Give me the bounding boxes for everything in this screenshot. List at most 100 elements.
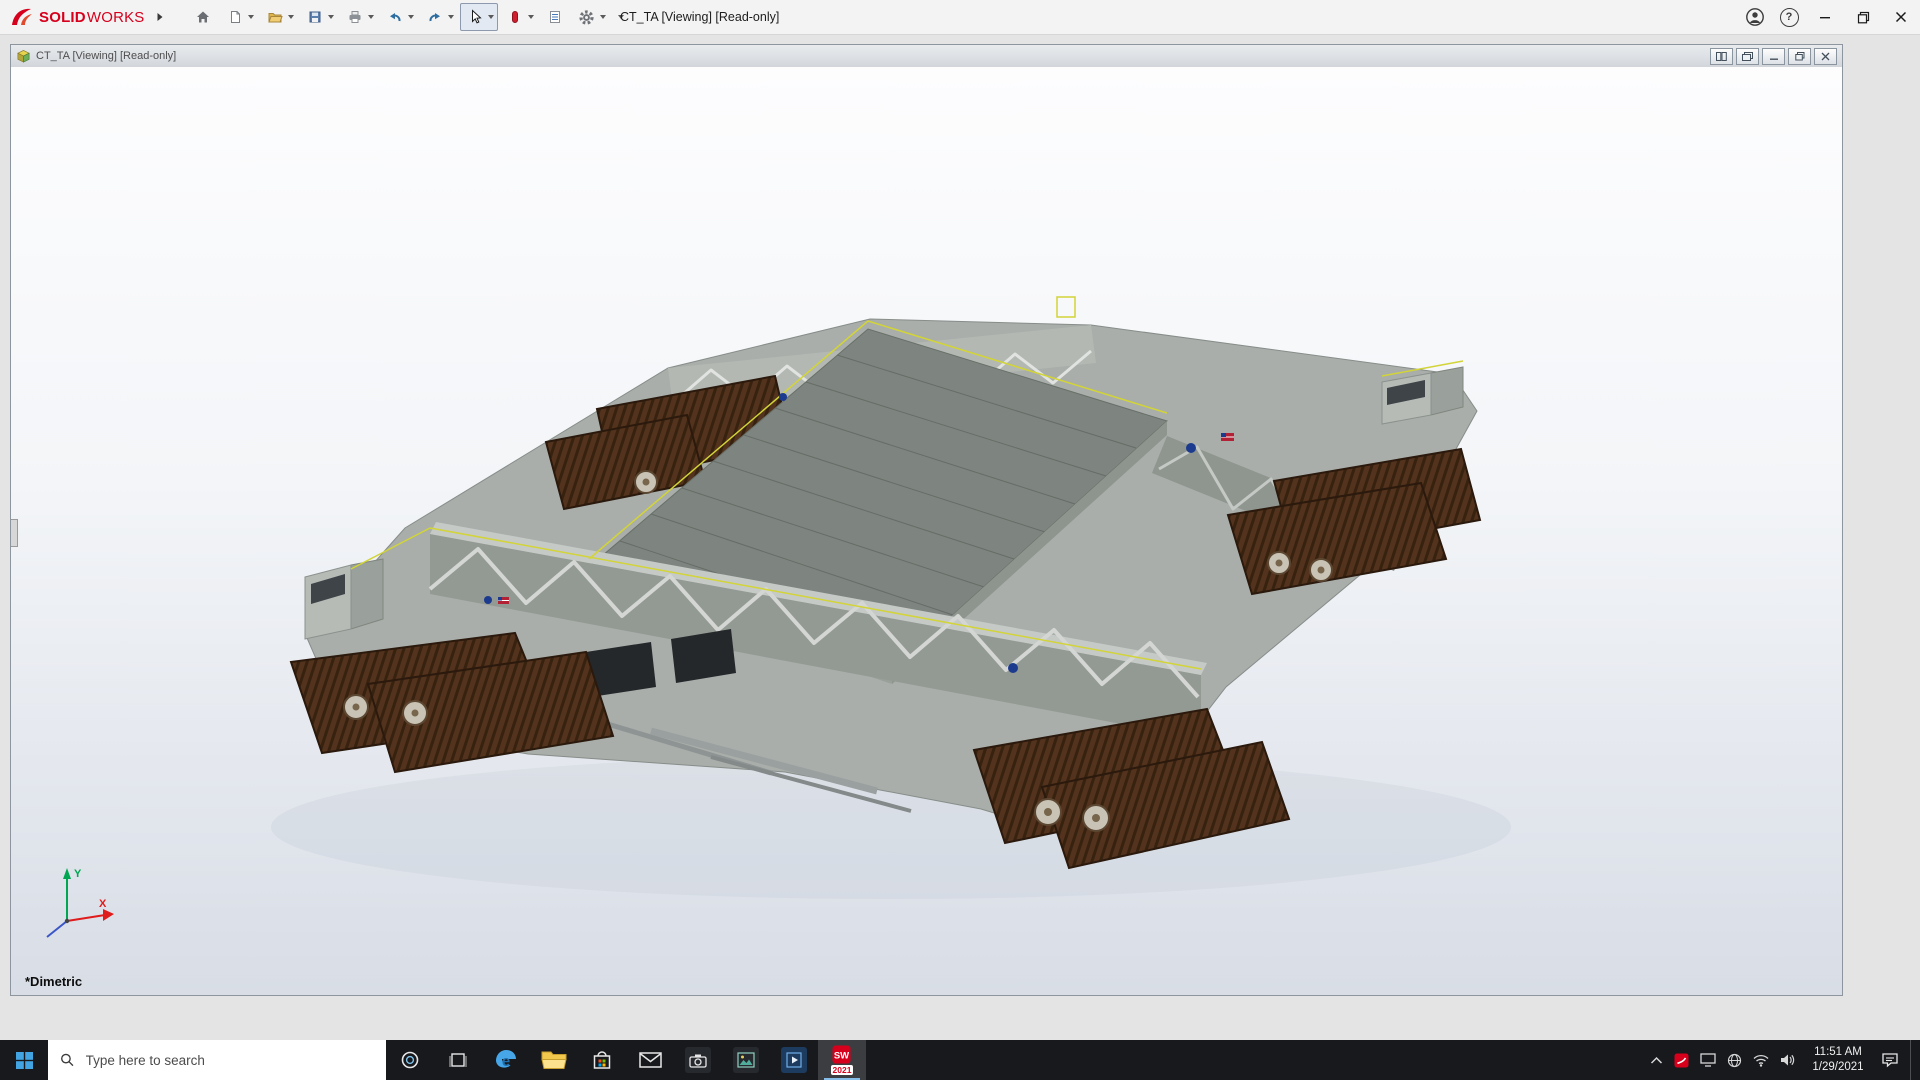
app-camera-button[interactable] [674,1040,722,1080]
quick-toolbar [188,3,628,31]
tray-display-icon[interactable] [1700,1053,1716,1067]
print-icon [347,9,363,25]
select-cursor-icon [467,9,483,25]
tray-volume-icon[interactable] [1780,1053,1795,1067]
solidworks-taskbar-icon: SW 2021 [831,1045,854,1075]
help-icon: ? [1780,8,1799,27]
properties-button[interactable] [540,3,570,31]
chevron-down-icon[interactable] [488,15,494,19]
films-tile [781,1047,807,1073]
app-titlebar: SOLID WORKS [0,0,1920,35]
close-button[interactable] [1882,0,1920,34]
app-store-button[interactable] [578,1040,626,1080]
doc-minimize-button[interactable] [1762,48,1785,65]
window-cascade-button[interactable] [1736,48,1759,65]
home-icon [195,9,211,25]
redo-button[interactable] [420,3,458,31]
model-crawler-transporter [11,67,1842,995]
us-flag-decal [1221,433,1234,441]
triad-x-label: X [99,898,107,910]
windows-taskbar: e [0,1040,1920,1080]
us-flag-decal [498,597,509,604]
tile-windows-icon [1716,52,1727,61]
app-file-explorer-button[interactable] [530,1040,578,1080]
desktop: { "app": { "brand": { "name_bold": "SOLI… [0,0,1920,1080]
search-input[interactable] [84,1052,374,1069]
show-desktop-button[interactable] [1910,1040,1917,1080]
home-button[interactable] [188,3,218,31]
chevron-right-icon[interactable] [156,12,164,22]
account-button[interactable] [1738,0,1772,34]
help-button[interactable]: ? [1772,0,1806,34]
minimize-button[interactable] [1806,0,1844,34]
tray-solidworks-icon[interactable] [1674,1053,1689,1068]
undo-button[interactable] [380,3,418,31]
cortana-button[interactable] [386,1040,434,1080]
app-solidworks-button[interactable]: SW 2021 [818,1040,866,1080]
3ds-logo-icon [10,6,34,28]
windows-logo-icon [16,1052,33,1069]
properties-icon [547,9,563,25]
app-edge-button[interactable]: e [482,1040,530,1080]
document-titlebar[interactable]: CT_TA [Viewing] [Read-only] [11,45,1842,68]
restore-icon [1857,11,1870,24]
red-capsule-icon [507,9,523,25]
orientation-triad[interactable]: Y X [33,859,125,951]
open-folder-icon [267,9,283,25]
camera-tile [685,1047,711,1073]
app-films-button[interactable] [770,1040,818,1080]
chevron-down-icon[interactable] [248,15,254,19]
close-icon [1821,52,1830,61]
app-photos-button[interactable] [722,1040,770,1080]
new-document-icon [227,9,243,25]
app-mail-button[interactable] [626,1040,674,1080]
chevron-down-icon[interactable] [600,15,606,19]
tray-network-icon[interactable] [1727,1053,1742,1068]
system-tray: 11:51 AM 1/29/2021 [1650,1040,1920,1080]
cortana-icon [400,1050,420,1070]
doc-restore-button[interactable] [1788,48,1811,65]
close-icon [1895,11,1907,23]
chevron-down-icon[interactable] [368,15,374,19]
task-view-button[interactable] [434,1040,482,1080]
play-icon [786,1052,802,1068]
options-button[interactable] [572,3,610,31]
minimize-icon [1819,11,1831,23]
start-button[interactable] [0,1040,48,1080]
solidworks-brand: SOLID WORKS [0,6,164,28]
restore-button[interactable] [1844,0,1882,34]
instant3d-button[interactable] [500,3,538,31]
action-center-icon[interactable] [1881,1052,1899,1068]
redo-icon [427,9,443,25]
file-explorer-icon [541,1049,567,1071]
edge-icon: e [492,1046,520,1074]
open-button[interactable] [260,3,298,31]
new-document-button[interactable] [220,3,258,31]
window-tile-button[interactable] [1710,48,1733,65]
chevron-down-icon[interactable] [328,15,334,19]
taskbar-search[interactable] [48,1040,386,1080]
taskbar-clock[interactable]: 11:51 AM 1/29/2021 [1806,1045,1870,1075]
chevron-down-icon[interactable] [408,15,414,19]
photos-tile [733,1047,759,1073]
minimize-icon [1769,52,1779,61]
tray-chevron-up-icon[interactable] [1650,1056,1663,1065]
photos-icon [737,1052,755,1068]
save-button[interactable] [300,3,338,31]
tray-wifi-icon[interactable] [1753,1054,1769,1067]
chevron-down-icon[interactable] [528,15,534,19]
solidworks-year-badge: 2021 [831,1065,854,1075]
undo-icon [387,9,403,25]
brand-works: WORKS [87,9,145,26]
solidworks-logo-icon: SW [832,1045,851,1064]
save-icon [307,9,323,25]
svg-text:SW: SW [834,1051,849,1062]
select-tool-button[interactable] [460,3,498,31]
graphics-viewport[interactable]: Y X *Dimetric [11,67,1842,995]
svg-text:e: e [502,1053,510,1070]
pane-splitter-handle[interactable] [11,519,18,547]
doc-close-button[interactable] [1814,48,1837,65]
chevron-down-icon[interactable] [288,15,294,19]
chevron-down-icon[interactable] [448,15,454,19]
print-button[interactable] [340,3,378,31]
